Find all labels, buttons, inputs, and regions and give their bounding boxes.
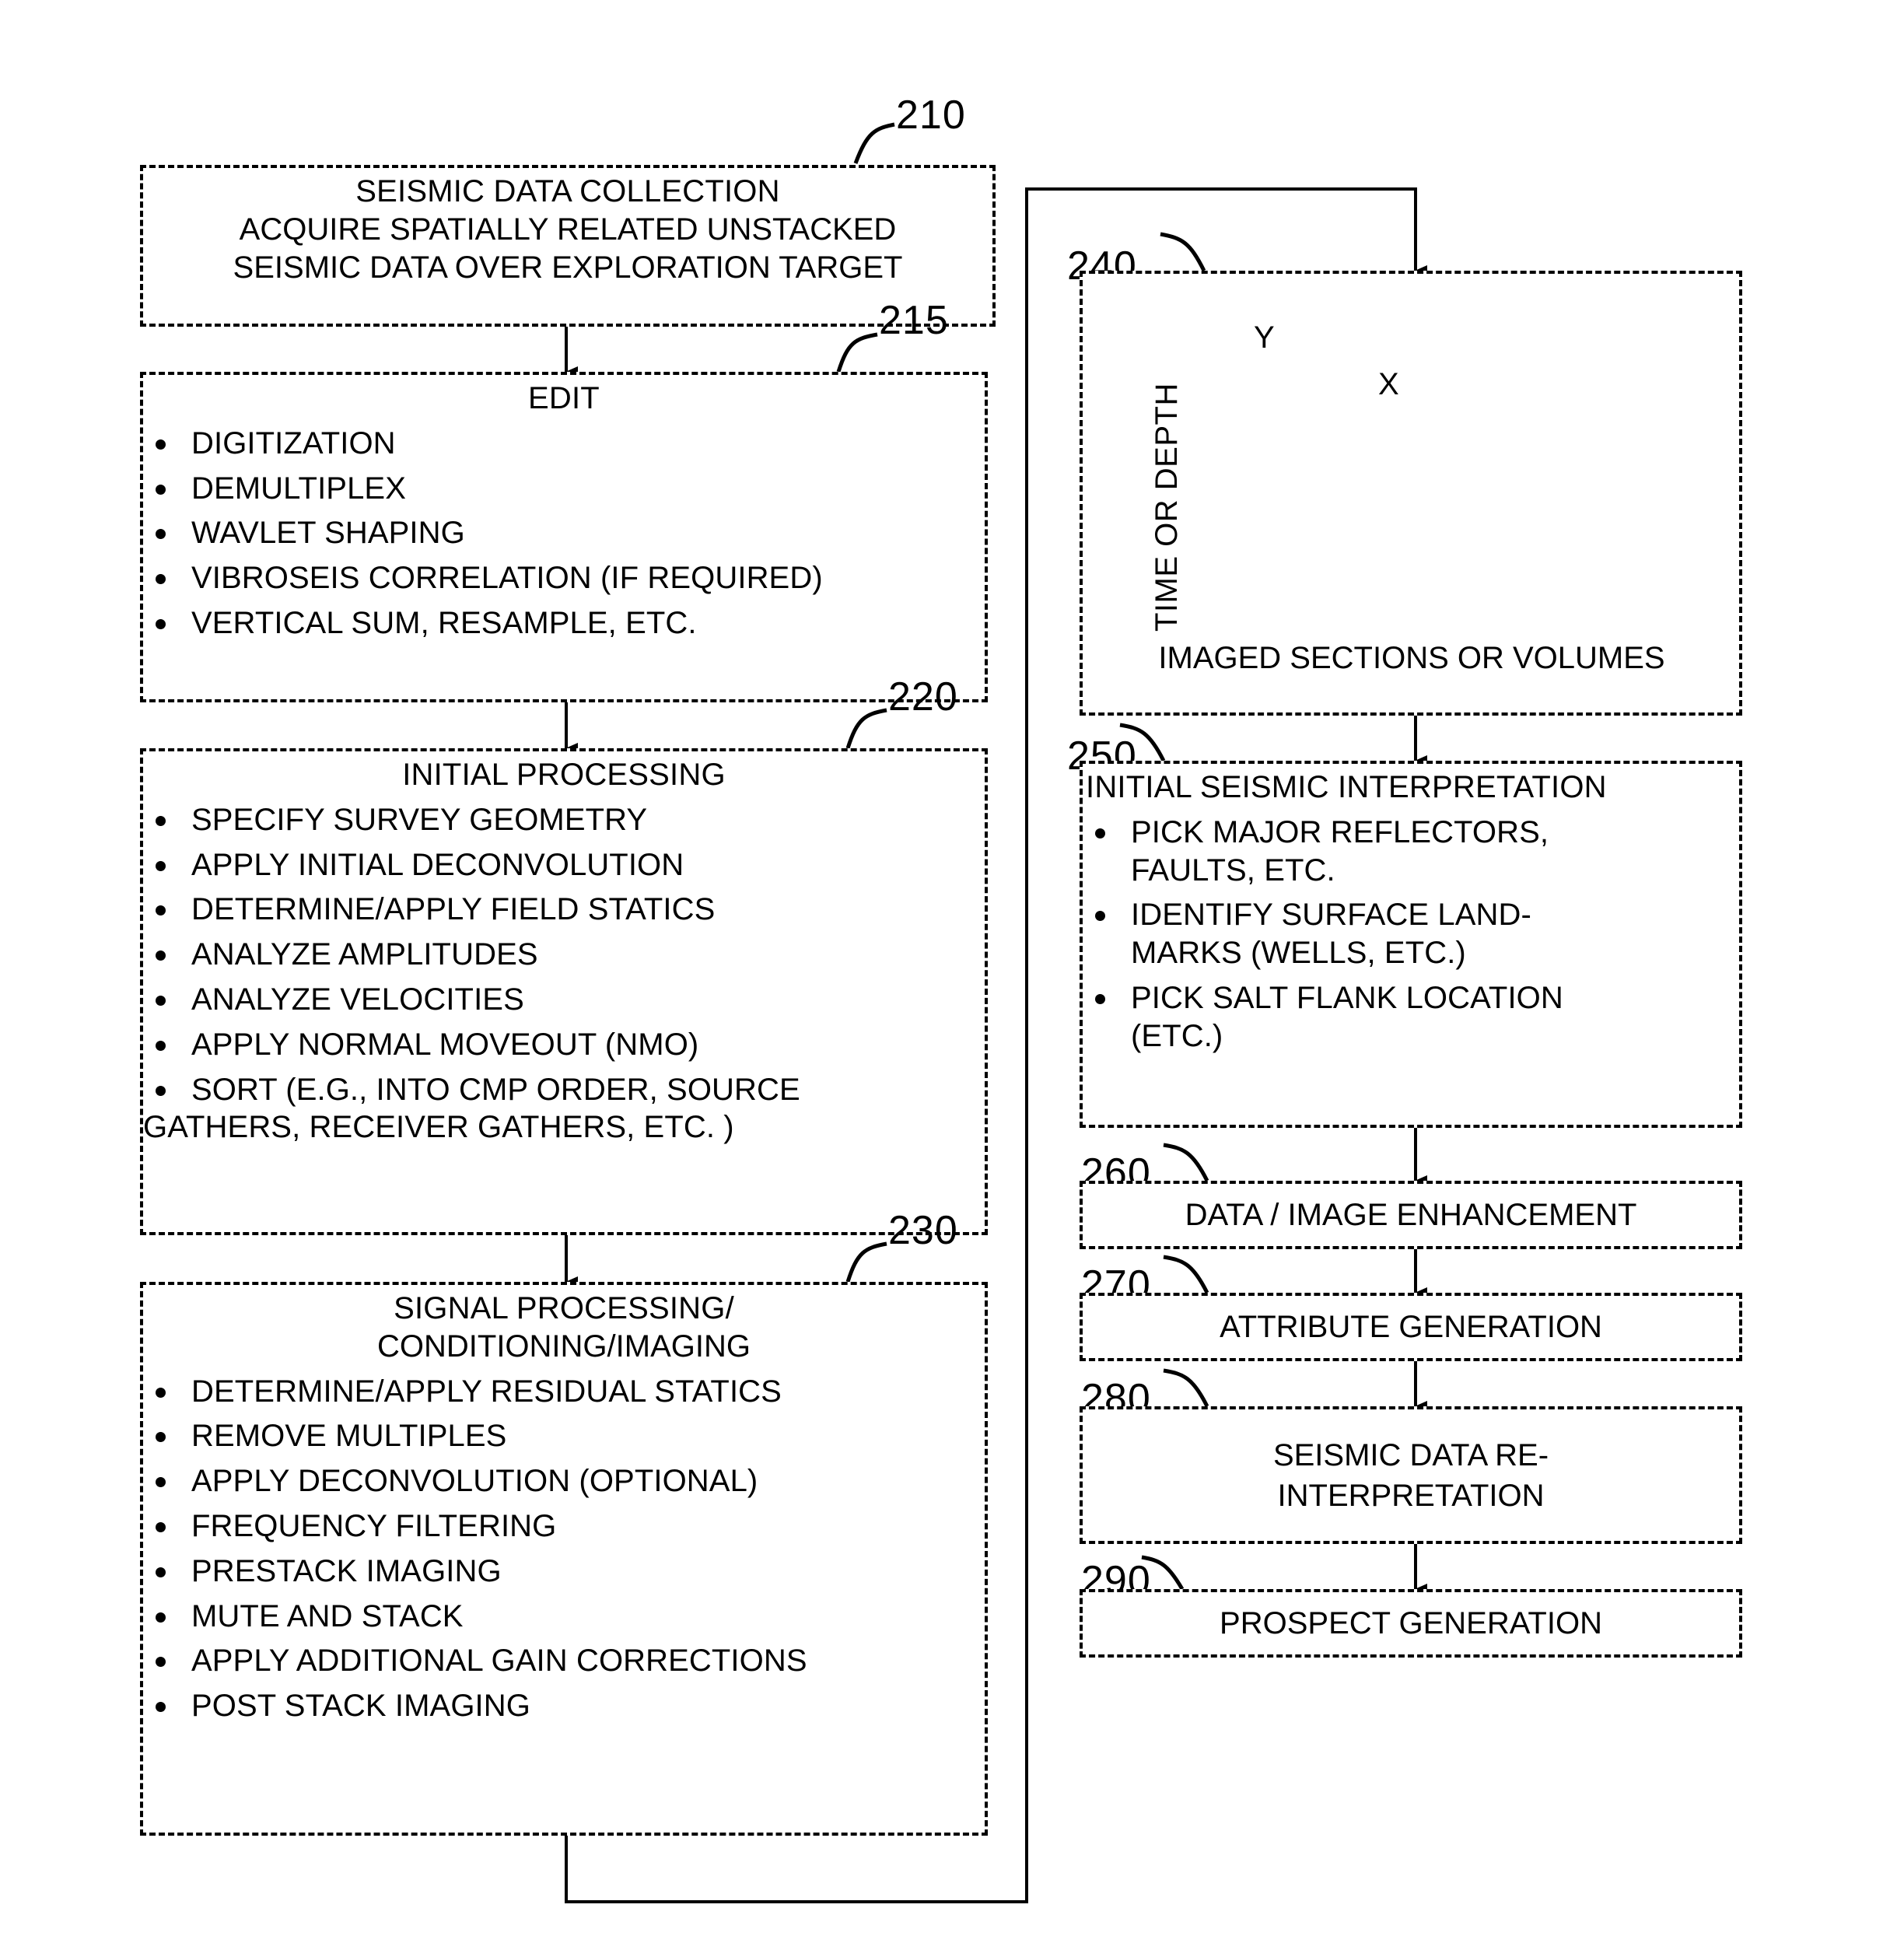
block-215-title: EDIT: [528, 381, 600, 415]
list-item: APPLY NORMAL MOVEOUT (NMO): [143, 1026, 985, 1064]
leader-220: [845, 708, 887, 749]
leader-210: [853, 122, 895, 164]
block-initial-seismic-interpretation[interactable]: INITIAL SEISMIC INTERPRETATION PICK MAJO…: [1080, 761, 1742, 1128]
figure-canvas: 210 SEISMIC DATA COLLECTION ACQUIRE SPAT…: [0, 0, 1904, 1936]
cube-axis-label-time-or-depth: TIME OR DEPTH: [1150, 383, 1184, 632]
leader-270: [1163, 1255, 1209, 1294]
block-290-title: PROSPECT GENERATION: [1220, 1605, 1602, 1640]
block-270-title: ATTRIBUTE GENERATION: [1220, 1309, 1602, 1344]
list-item: VIBROSEIS CORRELATION (IF REQUIRED): [143, 559, 985, 597]
list-item: PRESTACK IMAGING: [143, 1553, 985, 1591]
list-item: IDENTIFY SURFACE LAND- MARKS (WELLS, ETC…: [1083, 896, 1739, 972]
block-220-title: INITIAL PROCESSING: [402, 758, 726, 792]
block-230-title-line-1: SIGNAL PROCESSING/: [394, 1291, 734, 1325]
list-item-line-1: PICK MAJOR REFLECTORS,: [1131, 814, 1549, 849]
block-260-title: DATA / IMAGE ENHANCEMENT: [1185, 1197, 1637, 1232]
block-seismic-data-collection[interactable]: SEISMIC DATA COLLECTION ACQUIRE SPATIALL…: [140, 165, 996, 327]
block-220-continuation: GATHERS, RECEIVER GATHERS, ETC. ): [143, 1110, 734, 1145]
leader-230: [845, 1241, 887, 1283]
list-item: APPLY DECONVOLUTION (OPTIONAL): [143, 1462, 985, 1500]
cube-axis-label-x: X: [1378, 367, 1399, 401]
list-item: SPECIFY SURVEY GEOMETRY: [143, 801, 985, 839]
cube-axis-label-y: Y: [1254, 320, 1275, 355]
list-item: DETERMINE/APPLY FIELD STATICS: [143, 891, 985, 929]
block-signal-processing[interactable]: SIGNAL PROCESSING/ CONDITIONING/IMAGING …: [140, 1282, 988, 1836]
block-280-title-line-1: SEISMIC DATA RE-: [1272, 1437, 1549, 1472]
list-item-line-1: PICK SALT FLANK LOCATION: [1131, 980, 1563, 1015]
block-250-list: PICK MAJOR REFLECTORS, FAULTS, ETC. IDEN…: [1083, 814, 1739, 1056]
list-item: VERTICAL SUM, RESAMPLE, ETC.: [143, 604, 985, 642]
refnum-220: 220: [888, 674, 958, 719]
block-prospect-generation[interactable]: PROSPECT GENERATION: [1080, 1589, 1742, 1658]
list-item: SORT (E.G., INTO CMP ORDER, SOURCE: [143, 1071, 985, 1109]
block-initial-processing[interactable]: INITIAL PROCESSING SPECIFY SURVEY GEOMET…: [140, 748, 988, 1235]
list-item: REMOVE MULTIPLES: [143, 1417, 985, 1455]
list-item: APPLY INITIAL DECONVOLUTION: [143, 846, 985, 884]
list-item: DIGITIZATION: [143, 425, 985, 463]
block-240-caption: IMAGED SECTIONS OR VOLUMES: [1158, 641, 1665, 675]
block-230-title-line-2: CONDITIONING/IMAGING: [377, 1329, 751, 1364]
leader-280: [1163, 1368, 1209, 1408]
block-210-title: SEISMIC DATA COLLECTION: [355, 174, 780, 208]
list-item: ANALYZE AMPLITUDES: [143, 936, 985, 974]
list-item: POST STACK IMAGING: [143, 1687, 985, 1725]
leader-215: [836, 332, 878, 373]
list-item-line-2: MARKS (WELLS, ETC.): [1131, 936, 1466, 971]
leader-260: [1163, 1143, 1209, 1182]
block-230-list: DETERMINE/APPLY RESIDUAL STATICS REMOVE …: [143, 1373, 985, 1725]
leader-240: [1160, 232, 1206, 272]
refnum-215: 215: [879, 298, 949, 343]
block-210-line-1: ACQUIRE SPATIALLY RELATED UNSTACKED: [239, 212, 897, 247]
block-attribute-generation[interactable]: ATTRIBUTE GENERATION: [1080, 1293, 1742, 1361]
list-item: DETERMINE/APPLY RESIDUAL STATICS: [143, 1373, 985, 1411]
list-item-line-1: IDENTIFY SURFACE LAND-: [1131, 898, 1531, 933]
list-item: MUTE AND STACK: [143, 1598, 985, 1636]
list-item: APPLY ADDITIONAL GAIN CORRECTIONS: [143, 1642, 985, 1680]
block-250-title: INITIAL SEISMIC INTERPRETATION: [1086, 770, 1607, 804]
block-210-line-2: SEISMIC DATA OVER EXPLORATION TARGET: [233, 250, 903, 285]
list-item: FREQUENCY FILTERING: [143, 1507, 985, 1546]
block-280-title-line-2: INTERPRETATION: [1277, 1478, 1545, 1513]
list-item-line-2: (ETC.): [1131, 1018, 1223, 1053]
list-item: WAVLET SHAPING: [143, 514, 985, 552]
list-item: ANALYZE VELOCITIES: [143, 981, 985, 1019]
list-item: PICK MAJOR REFLECTORS, FAULTS, ETC.: [1083, 814, 1739, 890]
block-220-list: SPECIFY SURVEY GEOMETRY APPLY INITIAL DE…: [143, 801, 985, 1109]
block-edit[interactable]: EDIT DIGITIZATION DEMULTIPLEX WAVLET SHA…: [140, 372, 988, 702]
refnum-210: 210: [896, 93, 966, 138]
list-item: DEMULTIPLEX: [143, 470, 985, 508]
block-seismic-data-reinterpretation[interactable]: SEISMIC DATA RE- INTERPRETATION: [1080, 1406, 1742, 1544]
block-215-list: DIGITIZATION DEMULTIPLEX WAVLET SHAPING …: [143, 425, 985, 642]
list-item-line-2: FAULTS, ETC.: [1131, 852, 1335, 887]
block-data-image-enhancement[interactable]: DATA / IMAGE ENHANCEMENT: [1080, 1181, 1742, 1249]
list-item: PICK SALT FLANK LOCATION (ETC.): [1083, 979, 1739, 1056]
refnum-230: 230: [888, 1208, 958, 1253]
